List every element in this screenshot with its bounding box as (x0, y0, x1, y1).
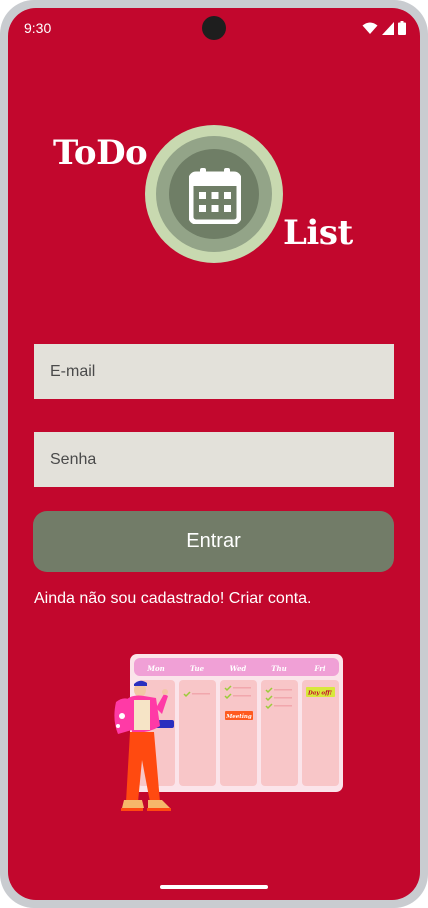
day-label-mon: Mon (146, 664, 165, 673)
day-off-tag: Day off! (307, 691, 333, 697)
login-button[interactable]: Entrar (33, 511, 394, 572)
camera-cutout (202, 16, 226, 40)
status-time: 9:30 (24, 20, 52, 36)
planner-illustration: Mon Tue Wed Thu Fri Meeting Day off! (114, 654, 343, 811)
device-frame: 9:30 ToDo List E-mail Entrar Ainda não s… (0, 0, 428, 908)
app-screen: 9:30 ToDo List E-mail Entrar Ainda não s… (8, 8, 420, 900)
battery-icon (398, 21, 406, 35)
day-label-thu: Thu (271, 664, 286, 673)
email-field[interactable] (34, 344, 394, 399)
logo-word-todo: ToDo (53, 133, 148, 173)
cell-signal-icon (382, 21, 394, 35)
logo-word-list: List (283, 213, 353, 253)
day-label-fri: Fri (313, 664, 326, 673)
meeting-tag: Meeting (225, 714, 252, 720)
gesture-navigation-bar[interactable] (160, 885, 268, 889)
status-icons (362, 21, 406, 35)
day-label-tue: Tue (190, 664, 205, 673)
password-field[interactable] (34, 432, 394, 487)
day-label-wed: Wed (230, 664, 247, 673)
wifi-icon (362, 22, 378, 34)
status-bar: 9:30 (8, 8, 420, 48)
app-logo: ToDo List (48, 123, 358, 273)
create-account-link[interactable]: Ainda não sou cadastrado! Criar conta. (34, 590, 312, 608)
calendar-icon (189, 168, 241, 224)
